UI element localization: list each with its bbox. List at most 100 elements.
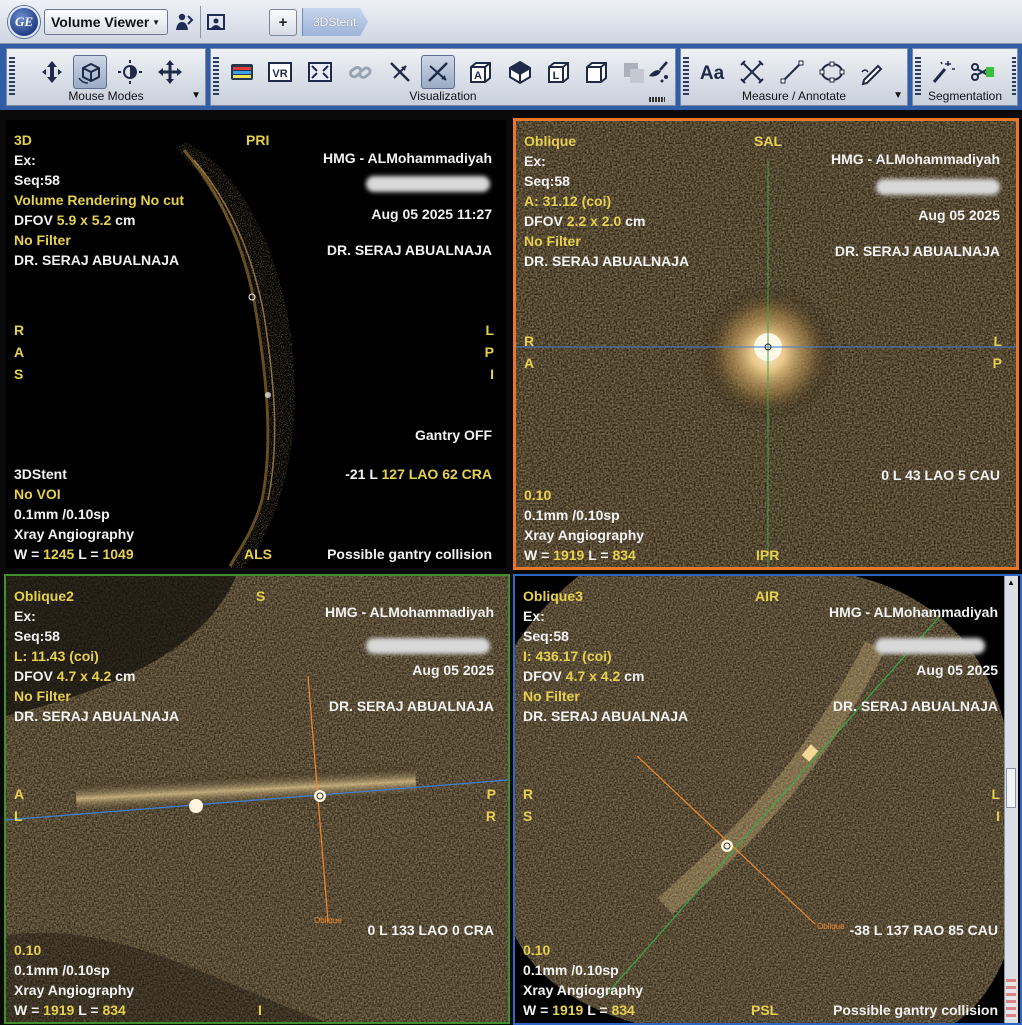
orient-left-1: R xyxy=(523,786,534,802)
orient-left-2: S xyxy=(523,808,533,824)
coordinate: I: 436.17 (coi) xyxy=(523,648,612,664)
vr-mode-icon[interactable]: VR xyxy=(263,55,297,89)
volume-viewer-label: Volume Viewer xyxy=(51,14,150,30)
study-date: Aug 05 2025 xyxy=(916,662,998,678)
dfov-prefix: DFOV xyxy=(14,668,57,684)
orient-right-1: L xyxy=(485,322,494,338)
toolbar: Mouse Modes ▼ VR A L Visualization Aa Me… xyxy=(0,44,1022,110)
wl-l-value: 834 xyxy=(612,547,636,563)
gantry-angle: -38 L 137 RAO 85 CAU xyxy=(849,922,998,938)
dfov-prefix: DFOV xyxy=(14,212,57,228)
slice-thickness: 0.1mm /0.10sp xyxy=(14,962,110,978)
annotation-l-icon[interactable]: L xyxy=(541,55,575,89)
magic-wand-icon[interactable] xyxy=(925,55,959,89)
render-mode: Volume Rendering No cut xyxy=(14,192,185,208)
filter-label: No Filter xyxy=(14,688,71,704)
volume-viewer-menu-button[interactable]: Volume Viewer ▼ xyxy=(44,9,168,35)
study-date: Aug 05 2025 xyxy=(918,207,1000,223)
physician-right: DR. SERAJ ABUALNAJA xyxy=(328,698,494,714)
filter-label: No Filter xyxy=(523,688,580,704)
scrollbar-thumb[interactable] xyxy=(1006,768,1016,808)
ellipse-roi-icon[interactable] xyxy=(815,55,849,89)
measure-annotate-group: Aa Measure / Annotate ▼ xyxy=(680,48,908,106)
zoom-factor: 0.10 xyxy=(14,942,42,958)
orientation-top: SAL xyxy=(754,133,782,149)
collision-warning: Possible gantry collision xyxy=(833,1002,998,1018)
box-icon[interactable] xyxy=(579,55,613,89)
redacted-patient-info xyxy=(876,179,1000,195)
scroll-up-icon[interactable]: ▲ xyxy=(1006,578,1016,590)
orient-left-1: R xyxy=(524,333,535,349)
scissors-icon[interactable] xyxy=(965,55,999,89)
scroll-mode-icon[interactable] xyxy=(35,55,69,89)
redacted-patient-info xyxy=(366,176,490,192)
redacted-patient-info xyxy=(366,638,490,654)
angle-prefix: -21 L xyxy=(345,466,382,482)
window-level-icon[interactable] xyxy=(113,55,147,89)
dfov-value: 4.7 x 4.2 xyxy=(56,668,112,684)
viewport-3d[interactable]: 3D PRI Ex: Seq:58 Volume Rendering No cu… xyxy=(6,120,506,568)
modality: Xray Angiography xyxy=(524,527,645,543)
physician-left: DR. SERAJ ABUALNAJA xyxy=(14,252,180,268)
series-label: Seq:58 xyxy=(523,628,569,644)
voi-label: No VOI xyxy=(14,486,61,502)
drag-handle[interactable] xyxy=(1012,57,1016,97)
wl-l-value: 1049 xyxy=(102,546,134,562)
cross-measure-icon[interactable] xyxy=(735,55,769,89)
add-tab-button[interactable]: + xyxy=(269,9,297,36)
window-level: W = 1245 L = 1049 xyxy=(14,544,134,564)
image-browser-icon[interactable] xyxy=(204,10,228,34)
viewport-overlay: Oblique2 S Ex: Seq:58 L: 11.43 (coi) DFO… xyxy=(6,576,508,1022)
coordinate: L: 11.43 (coi) xyxy=(14,648,99,664)
series-label: Seq:58 xyxy=(14,628,60,644)
curved-reformat-icon[interactable] xyxy=(421,55,455,89)
wl-l-value: 834 xyxy=(611,1002,635,1018)
svg-text:A: A xyxy=(474,70,482,82)
viewport-oblique[interactable]: Oblique SAL Ex: Seq:58 A: 31.12 (coi) DF… xyxy=(513,118,1019,570)
physician-right: DR. SERAJ ABUALNAJA xyxy=(834,243,1000,259)
fit-to-screen-icon[interactable] xyxy=(303,55,337,89)
wl-l-label: L = xyxy=(74,1002,103,1018)
viewport-name: Oblique2 xyxy=(14,588,74,604)
wl-w-value: 1919 xyxy=(43,1002,75,1018)
angle-value: 127 LAO 62 CRA xyxy=(381,466,492,482)
modality: Xray Angiography xyxy=(14,982,135,998)
viewport-oblique2[interactable]: Oblique2 S Ex: Seq:58 L: 11.43 (coi) DFO… xyxy=(4,574,510,1024)
tab-3dstent[interactable]: 3DStent xyxy=(302,8,368,36)
render-presets-icon[interactable] xyxy=(225,55,259,89)
oblique-line-label: Oblique xyxy=(314,916,342,925)
text-annotation-icon[interactable]: Aa xyxy=(695,55,729,89)
wl-w-label: W = xyxy=(524,547,554,563)
resize-handle[interactable] xyxy=(649,97,665,102)
svg-text:L: L xyxy=(553,70,560,82)
rotate-3d-icon[interactable] xyxy=(73,55,107,89)
filter-label: No Filter xyxy=(524,233,581,249)
study-date: Aug 05 2025 xyxy=(412,662,494,678)
patient-icon[interactable] xyxy=(172,10,196,34)
annotation-a-icon[interactable]: A xyxy=(463,55,497,89)
gantry-status: Gantry OFF xyxy=(414,427,492,443)
cube-view-icon[interactable] xyxy=(503,55,537,89)
chevron-down-icon: ▼ xyxy=(152,18,160,27)
orient-right-3: I xyxy=(490,366,494,382)
paint-brush-icon[interactable] xyxy=(641,55,675,89)
distance-ruler-icon[interactable] xyxy=(775,55,809,89)
visualization-group: VR A L Visualization xyxy=(210,48,676,106)
chevron-down-icon[interactable]: ▼ xyxy=(893,90,903,101)
viewport-scrollbar[interactable]: ▲ xyxy=(1004,576,1018,1023)
pan-icon[interactable] xyxy=(153,55,187,89)
orient-right-1: L xyxy=(991,786,1000,802)
link-icon[interactable] xyxy=(343,55,377,89)
group-label: Measure / Annotate xyxy=(741,89,847,103)
chevron-down-icon[interactable]: ▼ xyxy=(191,90,201,101)
viewport-overlay: 3D PRI Ex: Seq:58 Volume Rendering No cu… xyxy=(6,120,506,568)
ge-logo[interactable]: GE xyxy=(8,6,40,38)
orient-left-3: S xyxy=(14,366,24,382)
orient-right-1: P xyxy=(486,786,496,802)
freehand-pen-icon[interactable] xyxy=(855,55,889,89)
oblique-cut-icon[interactable] xyxy=(383,55,417,89)
viewport-oblique3[interactable]: Oblique3 AIR Ex: Seq:58 I: 436.17 (coi) … xyxy=(513,574,1022,1025)
orientation-top: AIR xyxy=(755,588,780,604)
viewport-name: Oblique xyxy=(524,133,577,149)
wl-l-label: L = xyxy=(583,1002,612,1018)
